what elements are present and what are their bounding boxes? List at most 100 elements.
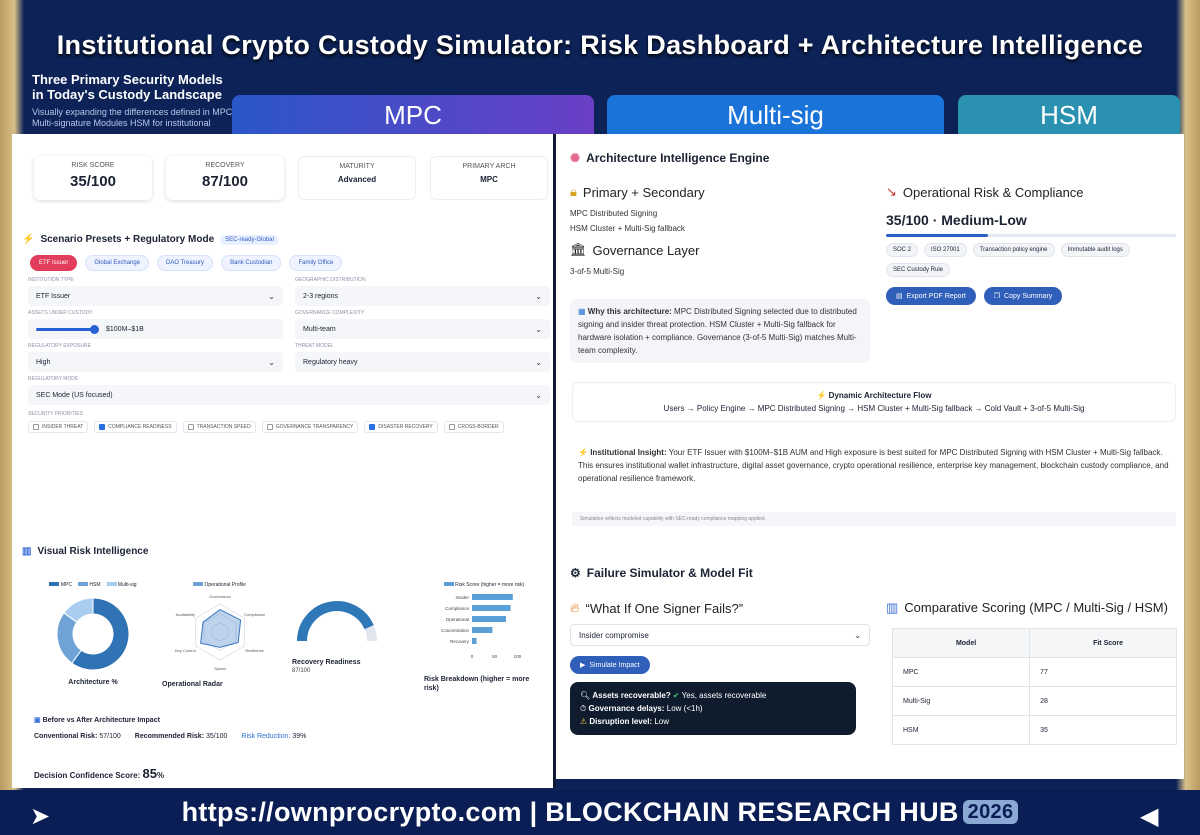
model-tab-multisig[interactable]: Multi-sig: [607, 95, 944, 135]
simulate-impact-button[interactable]: ▶ Simulate Impact: [570, 656, 650, 674]
radar-axis-label: Speed: [214, 666, 226, 671]
stat-value: 35/100: [70, 173, 116, 190]
gauge-chart: [297, 601, 377, 642]
result-governance: ⏱ Governance delays: Low (<1h): [580, 702, 846, 715]
result-disruption: ⚠ Disruption level: Low: [580, 715, 846, 728]
trend-icon: ↘: [886, 184, 897, 199]
chevron-down-icon: ⌄: [268, 291, 275, 301]
failure-scenario-select[interactable]: Insider compromise ⌄: [570, 624, 870, 646]
result-recoverable: 🔍︎ Assets recoverable? ✔ Yes, assets rec…: [580, 689, 846, 702]
checkbox[interactable]: [187, 424, 194, 430]
document-icon: ▤: [896, 293, 903, 300]
threat-model-select[interactable]: Regulatory heavy ⌄: [295, 352, 550, 372]
preset-bank-custodian[interactable]: Bank Custodian: [221, 255, 282, 271]
stat-maturity: MATURITY Advanced: [298, 156, 416, 200]
stat-value: 87/100: [202, 173, 248, 190]
institution-type-field: INSTITUTION TYPE ETF Issuer ⌄: [28, 277, 283, 306]
brain-icon: ✺: [570, 151, 581, 165]
slider-knob[interactable]: [90, 324, 99, 334]
reg-mode-field: REGULATORY MODE SEC Mode (US focused) ⌄: [28, 376, 550, 405]
primary-title: Primary + Secondary: [582, 184, 705, 200]
bar-label: Recovery: [450, 639, 470, 644]
priority-label: INSIDER THREAT: [42, 424, 84, 430]
priority-speed[interactable]: TRANSACTION SPEED: [182, 421, 256, 433]
governance-value: 3-of-5 Multi-Sig: [570, 267, 625, 276]
priority-cross-border[interactable]: CROSS-BORDER: [443, 421, 504, 433]
table-row: Multi-Sig 28: [891, 686, 1177, 716]
flow-title-text: Dynamic Architecture Flow: [828, 391, 932, 400]
scenario-section: ⚡ Scenario Presets + Regulatory Mode SEC…: [12, 200, 553, 433]
stat-label: RECOVERY: [205, 162, 245, 169]
footer-banner: https://ownprocrypto.com | BLOCKCHAIN RE…: [0, 790, 1200, 835]
copy-summary-button[interactable]: ❐ Copy Summary: [983, 287, 1063, 305]
comparative-title: Comparative Scoring (MPC / Multi-Sig / H…: [904, 600, 1168, 615]
export-pdf-button[interactable]: ▤ Export PDF Report: [886, 287, 976, 305]
stat-label: RISK SCORE: [71, 162, 115, 169]
impact-value: 39%: [292, 733, 307, 740]
priority-label: TRANSACTION SPEED: [196, 424, 251, 430]
button-label: Simulate Impact: [589, 661, 640, 669]
governance-complexity-select[interactable]: Multi-team ⌄: [295, 319, 550, 339]
preset-etf-issuer[interactable]: ETF Issuer: [30, 255, 78, 271]
chevron-down-icon: ⌄: [535, 390, 542, 400]
reg-exposure-select[interactable]: High ⌄: [28, 352, 283, 372]
visual-title-text: Visual Risk Intelligence: [37, 546, 149, 557]
stat-value: MPC: [480, 175, 498, 184]
priority-governance[interactable]: GOVERNANCE TRANSPARENCY: [261, 421, 359, 433]
reg-mode-select[interactable]: SEC Mode (US focused) ⌄: [28, 385, 550, 405]
preset-dao-treasury[interactable]: DAO Treasury: [157, 255, 214, 271]
result-label: Disruption level:: [589, 717, 653, 726]
ops-progress: [886, 234, 1176, 237]
priority-compliance[interactable]: COMPLIANCE READINESS: [94, 421, 177, 433]
priority-disaster-recovery[interactable]: DISASTER RECOVERY: [364, 421, 438, 433]
insight-label: Institutional Insight:: [590, 448, 667, 457]
signer-fail-question: “What If One Signer Fails?”: [585, 600, 744, 616]
preset-family-office[interactable]: Family Office: [289, 255, 343, 271]
model-tab-hsm[interactable]: HSM: [958, 95, 1180, 135]
confidence-score: Decision Confidence Score: 85%: [34, 766, 164, 781]
checkbox[interactable]: [266, 424, 273, 430]
result-label: Assets recoverable?: [592, 691, 671, 700]
impact-label: Recommended Risk:: [134, 733, 205, 740]
recovery-gauge: Recovery Readiness 87/100: [292, 596, 402, 686]
geo-distribution-select[interactable]: 2-3 regions ⌄: [295, 286, 550, 306]
page-title: Institutional Crypto Custody Simulator: …: [56, 30, 1144, 60]
legend-swatch: [106, 582, 117, 586]
model-tab-mpc[interactable]: MPC: [232, 95, 594, 135]
checkbox[interactable]: [448, 424, 455, 430]
compare-icon: ▣: [34, 717, 41, 724]
checkbox[interactable]: [99, 424, 106, 430]
radar-axis-label: Resilience: [245, 648, 264, 653]
field-label: ASSETS UNDER CUSTODY: [28, 310, 93, 316]
select-value: Multi-team: [303, 325, 336, 333]
ops-actions: ▤ Export PDF Report ❐ Copy Summary: [886, 287, 1176, 305]
bar-label: Compliance: [445, 606, 469, 611]
checkbox[interactable]: [33, 424, 39, 430]
gauge-fill: [297, 601, 374, 642]
bar-label: Operational: [446, 617, 469, 622]
simulation-results: 🔍︎ Assets recoverable? ✔ Yes, assets rec…: [570, 682, 856, 735]
aum-field: ASSETS UNDER CUSTODY $100M–$1B: [28, 310, 283, 339]
threat-model-field: THREAT MODEL Regulatory heavy ⌄: [295, 343, 550, 372]
radar-axis-label: Auditability: [176, 612, 195, 617]
bar-recovery: [472, 638, 477, 644]
select-value: SEC Mode (US focused): [36, 391, 113, 399]
bar-concentration: [472, 627, 493, 633]
bar-chart: Insider Compliance Operational Concentratio…: [441, 594, 522, 659]
reg-exposure-field: REGULATORY EXPOSURE High ⌄: [28, 343, 283, 372]
arch-title: ✺ Architecture Intelligence Engine: [570, 151, 769, 165]
check-icon: ✔: [672, 691, 680, 700]
arch-title-text: Architecture Intelligence Engine: [586, 151, 770, 165]
checkbox[interactable]: [369, 424, 376, 430]
why-architecture: ▦ Why this architecture: MPC Distributed…: [570, 299, 870, 363]
confidence-unit: %: [156, 771, 165, 780]
preset-global-exchange[interactable]: Global Exchange: [85, 255, 150, 271]
table-cell: Multi-Sig: [891, 686, 1031, 716]
priority-insider-threat[interactable]: INSIDER THREAT: [28, 421, 89, 433]
scenario-title: ⚡ Scenario Presets + Regulatory Mode SEC…: [22, 234, 553, 245]
institution-type-select[interactable]: ETF Issuer ⌄: [28, 286, 283, 306]
slider-track[interactable]: [36, 324, 99, 334]
aum-slider[interactable]: $100M–$1B: [28, 319, 283, 339]
visual-title: ▥ Visual Risk Intelligence: [22, 546, 148, 557]
secondary-arch: HSM Cluster + Multi-Sig fallback: [570, 224, 685, 233]
